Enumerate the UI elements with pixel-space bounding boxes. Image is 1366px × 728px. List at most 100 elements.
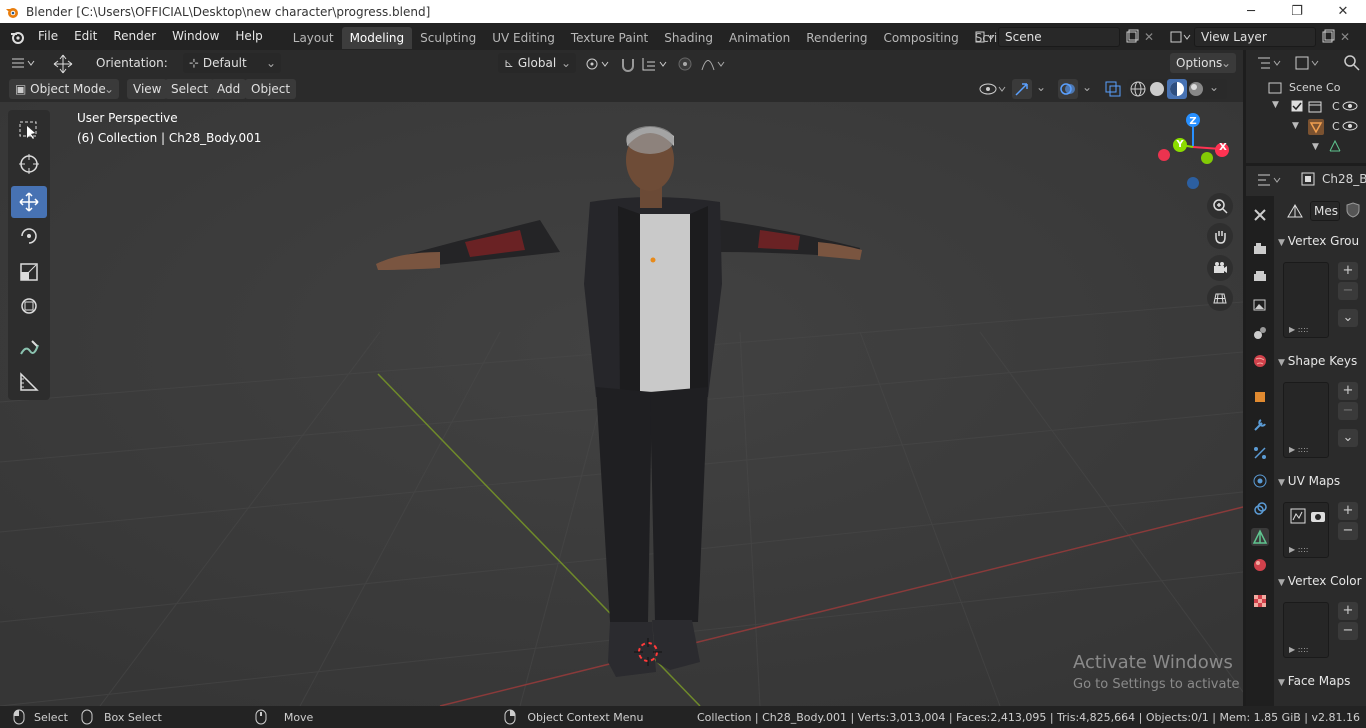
- solid-shading-icon[interactable]: [1148, 80, 1166, 98]
- annotate-tool-button[interactable]: [11, 332, 47, 364]
- pan-button[interactable]: [1207, 223, 1233, 249]
- mesh-data-tab[interactable]: [1251, 528, 1269, 546]
- move-tool-button[interactable]: [11, 186, 47, 218]
- tab-layout[interactable]: Layout: [285, 27, 342, 49]
- menu-file[interactable]: File: [30, 23, 66, 50]
- mode-dropdown[interactable]: ▣ Object Mode ⌄: [9, 79, 119, 99]
- tab-modeling[interactable]: Modeling: [341, 27, 413, 49]
- new-scene-icon[interactable]: [1122, 29, 1142, 45]
- remove-vertex-group-button[interactable]: −: [1338, 282, 1358, 300]
- xray-toggle-icon[interactable]: [1104, 80, 1122, 98]
- world-tab[interactable]: [1251, 352, 1269, 370]
- tab-animation[interactable]: Animation: [721, 27, 798, 49]
- blender-menu-icon[interactable]: [8, 29, 26, 45]
- outliner-row-object[interactable]: C: [1332, 120, 1340, 133]
- 3d-viewport[interactable]: Z X Y User Perspective (6) Collection | …: [0, 102, 1243, 706]
- shape-key-menu-button[interactable]: ⌄: [1338, 429, 1358, 447]
- cursor-tool-button[interactable]: [11, 148, 47, 180]
- remove-vertex-color-button[interactable]: −: [1338, 622, 1358, 640]
- viewport-menu-object[interactable]: Object: [245, 79, 297, 99]
- measure-tool-button[interactable]: [11, 366, 47, 398]
- visibility-filter-icon[interactable]: [978, 80, 1008, 98]
- tab-texture-paint[interactable]: Texture Paint: [563, 27, 656, 49]
- menu-render[interactable]: Render: [105, 23, 164, 50]
- material-tab[interactable]: [1251, 556, 1269, 574]
- tab-sculpting[interactable]: Sculpting: [412, 27, 484, 49]
- pivot-point-icon[interactable]: [584, 55, 612, 73]
- tab-compositing[interactable]: Compositing: [875, 27, 966, 49]
- view-layer-icon[interactable]: [1168, 29, 1194, 45]
- view-layer-tab[interactable]: [1251, 296, 1269, 314]
- menu-window[interactable]: Window: [164, 23, 227, 50]
- scale-tool-button[interactable]: [11, 256, 47, 288]
- orientation-dropdown[interactable]: ⊹ Default ⌄: [183, 53, 281, 73]
- outliner-row-collection[interactable]: C: [1332, 100, 1340, 113]
- display-mode-icon[interactable]: [1294, 54, 1324, 72]
- transform-tool-button[interactable]: [11, 290, 47, 322]
- list-expand-icon[interactable]: ▶ ::::: [1289, 325, 1308, 334]
- close-button[interactable]: ✕: [1320, 0, 1366, 23]
- options-dropdown[interactable]: Options ⌄: [1170, 53, 1236, 73]
- viewport-menu-select[interactable]: Select: [165, 79, 215, 99]
- gizmo-toggle-button[interactable]: [1012, 79, 1032, 99]
- remove-uv-map-button[interactable]: −: [1338, 522, 1358, 540]
- scene-icon[interactable]: [972, 29, 998, 45]
- tab-rendering[interactable]: Rendering: [798, 27, 875, 49]
- falloff-icon[interactable]: [700, 55, 728, 73]
- menu-help[interactable]: Help: [227, 23, 270, 50]
- zoom-button[interactable]: [1207, 193, 1233, 219]
- modifier-tab[interactable]: [1251, 416, 1269, 434]
- menu-edit[interactable]: Edit: [66, 23, 105, 50]
- chevron-down-icon[interactable]: ⌄: [1082, 80, 1092, 94]
- rotate-tool-button[interactable]: [11, 220, 47, 252]
- minimize-button[interactable]: ─: [1228, 0, 1274, 23]
- ortho-toggle-button[interactable]: [1207, 285, 1233, 311]
- fake-user-shield-icon[interactable]: [1344, 201, 1362, 219]
- particles-tab[interactable]: [1251, 444, 1269, 462]
- properties-editor-icon[interactable]: [1256, 171, 1286, 189]
- snap-toggle-icon[interactable]: [618, 54, 638, 74]
- panel-shape-keys[interactable]: ▼ Shape Keys: [1278, 350, 1366, 372]
- add-vertex-color-button[interactable]: +: [1338, 602, 1358, 620]
- constraints-tab[interactable]: [1251, 500, 1269, 518]
- output-tab[interactable]: [1251, 268, 1269, 286]
- outliner-scene-collection[interactable]: Scene Co: [1289, 81, 1340, 94]
- maximize-button[interactable]: ❐: [1274, 0, 1320, 23]
- transform-orientation-dropdown[interactable]: ⊾ Global ⌄: [498, 53, 576, 73]
- expand-arrow-icon[interactable]: ▼: [1312, 142, 1319, 152]
- new-view-layer-icon[interactable]: [1318, 29, 1338, 45]
- add-shape-key-button[interactable]: +: [1338, 382, 1358, 400]
- panel-vertex-colors[interactable]: ▼ Vertex Color: [1278, 570, 1366, 592]
- select-tool-button[interactable]: [11, 114, 47, 146]
- delete-view-layer-icon[interactable]: ✕: [1340, 30, 1350, 44]
- tab-shading[interactable]: Shading: [656, 27, 721, 49]
- chevron-down-icon[interactable]: ⌄: [1209, 80, 1219, 94]
- panel-vertex-groups[interactable]: ▼ Vertex Grou: [1278, 230, 1366, 252]
- object-tab[interactable]: [1251, 388, 1269, 406]
- mesh-data-name-field[interactable]: Mes: [1310, 201, 1340, 221]
- delete-scene-icon[interactable]: ✕: [1144, 30, 1154, 44]
- viewport-menu-view[interactable]: View: [127, 79, 168, 99]
- chevron-down-icon[interactable]: ⌄: [1036, 80, 1046, 94]
- outliner-editor-icon[interactable]: [1256, 54, 1286, 72]
- add-uv-map-button[interactable]: +: [1338, 502, 1358, 520]
- scene-tab[interactable]: [1251, 324, 1269, 342]
- texture-tab[interactable]: [1251, 592, 1269, 610]
- render-tab[interactable]: [1251, 240, 1269, 258]
- material-preview-button[interactable]: [1167, 79, 1187, 99]
- camera-render-icon[interactable]: [1310, 508, 1326, 524]
- remove-shape-key-button[interactable]: −: [1338, 402, 1358, 420]
- eye-icon[interactable]: [1342, 100, 1358, 112]
- physics-tab[interactable]: [1251, 472, 1269, 490]
- eye-icon[interactable]: [1342, 120, 1358, 132]
- vertex-group-menu-button[interactable]: ⌄: [1338, 309, 1358, 327]
- editor-type-icon[interactable]: [10, 55, 38, 71]
- list-expand-icon[interactable]: ▶ ::::: [1289, 545, 1308, 554]
- add-vertex-group-button[interactable]: +: [1338, 262, 1358, 280]
- proportional-edit-icon[interactable]: [676, 55, 694, 73]
- search-icon[interactable]: [1343, 54, 1361, 72]
- panel-face-maps[interactable]: ▼ Face Maps: [1278, 670, 1366, 692]
- expand-arrow-icon[interactable]: ▼: [1272, 100, 1279, 110]
- expand-arrow-icon[interactable]: ▼: [1292, 121, 1299, 131]
- viewport-menu-add[interactable]: Add: [211, 79, 247, 99]
